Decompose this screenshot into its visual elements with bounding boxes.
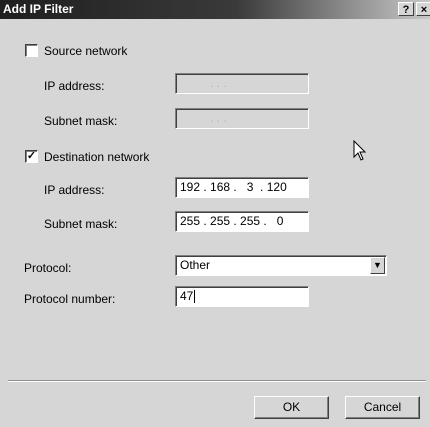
- source-mask-label: Subnet mask:: [44, 114, 118, 128]
- add-ip-filter-dialog: Add IP Filter ? × Source network IP addr…: [0, 0, 430, 427]
- text-caret: [194, 290, 196, 304]
- source-network-checkbox[interactable]: [25, 44, 38, 57]
- destination-network-label[interactable]: Destination network: [44, 150, 149, 164]
- source-mask-field: . . .: [175, 108, 309, 129]
- protocol-label: Protocol:: [24, 261, 72, 275]
- window-title: Add IP Filter: [3, 2, 74, 16]
- protocol-number-field[interactable]: 47: [175, 286, 309, 307]
- protocol-selected-value: Other: [180, 258, 211, 272]
- protocol-number-label: Protocol number:: [24, 292, 116, 306]
- cancel-button[interactable]: Cancel: [345, 396, 420, 419]
- destination-mask-label: Subnet mask:: [44, 217, 118, 231]
- destination-ip-label: IP address:: [44, 183, 105, 197]
- protocol-select[interactable]: Other ▼: [175, 255, 387, 276]
- chevron-down-icon[interactable]: ▼: [370, 257, 385, 274]
- check-icon: ✓: [26, 150, 37, 162]
- close-button[interactable]: ×: [416, 2, 430, 16]
- destination-network-checkbox[interactable]: ✓: [25, 150, 38, 163]
- source-network-label[interactable]: Source network: [44, 44, 127, 58]
- protocol-number-value: 47: [180, 289, 194, 303]
- source-mask-dots: . . .: [210, 111, 227, 125]
- mouse-cursor-icon: [353, 140, 367, 161]
- help-button[interactable]: ?: [398, 2, 414, 16]
- title-bar[interactable]: Add IP Filter ? ×: [0, 0, 430, 19]
- destination-mask-field[interactable]: 255 . 255 . 255 . 0: [175, 211, 309, 232]
- separator: [8, 380, 426, 382]
- source-ip-dots: . . .: [210, 76, 227, 90]
- source-ip-field: . . .: [175, 73, 309, 94]
- destination-ip-field[interactable]: 192 . 168 . 3 . 120: [175, 177, 309, 198]
- ok-button[interactable]: OK: [254, 396, 329, 419]
- close-icon: ×: [420, 4, 428, 16]
- source-ip-label: IP address:: [44, 79, 105, 93]
